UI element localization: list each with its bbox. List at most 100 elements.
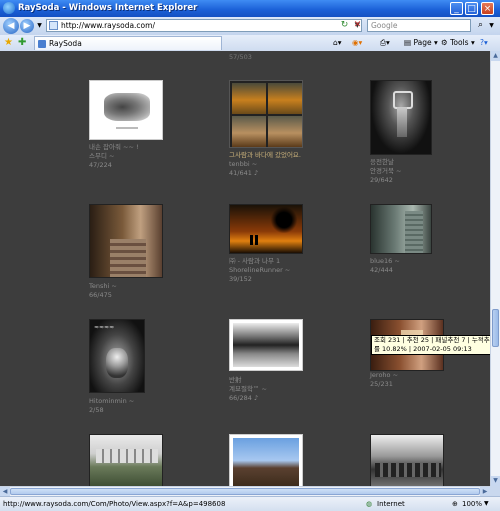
back-button[interactable]: ◀ [3,18,19,34]
maximize-button[interactable]: □ [465,2,478,15]
photo-hands [104,93,150,121]
photo-reflection [233,323,299,367]
search-placeholder: Google [371,21,398,30]
search-input[interactable]: Google [367,19,471,32]
photo-title[interactable]: 응전한날 [370,158,394,166]
horizontal-scroll-thumb[interactable] [10,488,480,495]
photo-thumbnail[interactable] [89,204,163,278]
help-icon[interactable]: ?▾ [480,36,488,49]
internet-zone-icon: ◍ [366,500,373,508]
status-zoom[interactable]: 100% [462,497,482,511]
photo-title[interactable]: blue16 ~ [370,257,400,265]
scroll-up-icon[interactable]: ▲ [491,51,500,61]
scroll-down-icon[interactable]: ▼ [491,476,500,486]
stop-icon[interactable]: ✕ [351,19,364,32]
address-field[interactable]: http://www.raysoda.com/ ▼ [46,19,362,32]
photo-figure [255,235,258,245]
photo-thumbnail[interactable] [229,80,303,148]
page-menu-label: Page [413,38,432,47]
photo-thumbnail[interactable] [370,434,444,486]
photo-stats: 25/231 [370,380,393,388]
photo-sign-art: ≈≈≈≈ [94,324,115,331]
top-item-stats: 57/503 [229,53,252,61]
photo-title[interactable]: Tenshi ~ [89,282,117,290]
photo-building [405,211,423,253]
photo-panel [268,116,302,147]
photo-author[interactable]: 스무디 ~ [89,152,114,160]
page-content: 57/503 내손 잡아줘 ~~ ! 스무디 ~ 47/224 그사람과 바다에… [0,51,490,486]
photo-stats: 66/284 ♪ [229,394,259,402]
tab-label: RaySoda [49,39,82,48]
photo-author[interactable]: 계묘절학™ ~ [229,385,267,393]
photo-thumbnail[interactable] [89,434,163,486]
photo-stats: 47/224 [89,161,112,169]
zoom-icon[interactable]: ⊕ [452,497,458,511]
photo-panel [232,116,266,147]
photo-stats: 41/641 ♪ [229,169,259,177]
photo-tree [270,207,298,233]
tools-menu-label: Tools [450,38,469,47]
add-favorites-icon[interactable]: ✚ [18,36,26,49]
tools-menu[interactable]: ⚙ Tools ▾ [441,36,475,49]
print-icon[interactable]: ⎙▾ [380,36,390,49]
horizontal-scrollbar[interactable]: ◀ ▶ [0,486,490,496]
photo-thumbnail[interactable] [229,319,303,371]
photo-author[interactable]: tenbbi ~ [229,160,257,168]
photo-title[interactable]: 반射 [229,376,241,384]
photo-figure [106,348,128,378]
tooltip-line-2: 률 10.82% | 2007-02-05 09:13 [374,345,472,353]
photo-stats: 39/152 [229,275,252,283]
photo-stats: 2/58 [89,406,104,414]
tab-toolbar: ★ ✚ RaySoda ⌂▾ ◉▾ ⎙▾ ▤ Page ▾ ⚙ Tools ▾ … [0,35,500,52]
photo-tetrapods [375,463,441,477]
favorites-star-icon[interactable]: ★ [4,36,13,49]
photo-panel [232,83,266,114]
forward-button[interactable]: ▶ [20,19,34,33]
photo-object [397,107,407,137]
photo-title[interactable]: Jeroho ~ [370,371,398,379]
photo-figure [250,235,253,245]
status-bar: http://www.raysoda.com/Com/Photo/View.as… [0,496,500,511]
scroll-right-icon[interactable]: ▶ [480,487,490,496]
refresh-icon[interactable]: ↻ [338,19,351,32]
photo-thumbnail[interactable]: ≈≈≈≈ [89,319,145,393]
photo-author[interactable]: ShorelineRunner ~ [229,266,290,274]
address-toolbar: ◀ ▶ ▼ http://www.raysoda.com/ ▼ ↻ ✕ Goog… [0,17,500,35]
photo-author[interactable]: 안경거북 ~ [370,167,401,175]
feeds-icon[interactable]: ◉▾ [352,36,362,49]
photo-title[interactable]: 내손 잡아줘 ~~ ! [89,143,139,151]
photo-caption-line [116,127,138,129]
photo-title[interactable]: 그사람과 바다에 갔었어요. [229,151,301,159]
tooltip-line-1: 조회 231 | 추천 25 | 패널추천 7 | 누적추천 [374,336,496,344]
window-title-bar: RaySoda - Windows Internet Explorer _ □ … [0,0,500,17]
scroll-left-icon[interactable]: ◀ [0,487,10,496]
photo-thumbnail[interactable] [370,204,432,254]
photo-thumbnail[interactable] [89,80,163,140]
photo-jars [233,438,299,486]
photo-laundry [96,449,158,463]
photo-thumbnail[interactable] [370,80,432,155]
photo-thumbnail[interactable] [229,434,303,486]
ie-icon [3,2,15,14]
photo-title[interactable]: Hitominmin ~ [89,397,134,405]
photo-stairs [110,239,146,277]
photo-thumbnail[interactable] [229,204,303,254]
status-url: http://www.raysoda.com/Com/Photo/View.as… [3,500,226,508]
page-menu[interactable]: ▤ Page ▾ [404,36,438,49]
zoom-dropdown-icon[interactable]: ▼ [484,497,489,511]
home-icon[interactable]: ⌂▾ [333,36,342,49]
photo-info-tooltip: 조회 231 | 추천 25 | 패널추천 7 | 누적추천 률 10.82% … [371,335,499,355]
close-button[interactable]: × [481,2,494,15]
photo-stats: 29/642 [370,176,393,184]
page-icon [49,21,58,30]
photo-panel [268,83,302,114]
vertical-scroll-thumb[interactable] [492,309,499,347]
recent-pages-dropdown[interactable]: ▼ [33,19,46,32]
photo-title[interactable]: ㈜ - 사람과 나무 1 [229,257,280,265]
window-title: RaySoda - Windows Internet Explorer [18,3,198,13]
minimize-button[interactable]: _ [450,2,463,15]
address-url: http://www.raysoda.com/ [61,21,155,30]
vertical-scrollbar[interactable]: ▲ ▼ [490,51,500,486]
tab-raysoda[interactable]: RaySoda [34,36,222,50]
search-options-icon[interactable]: ▼ [485,19,498,32]
